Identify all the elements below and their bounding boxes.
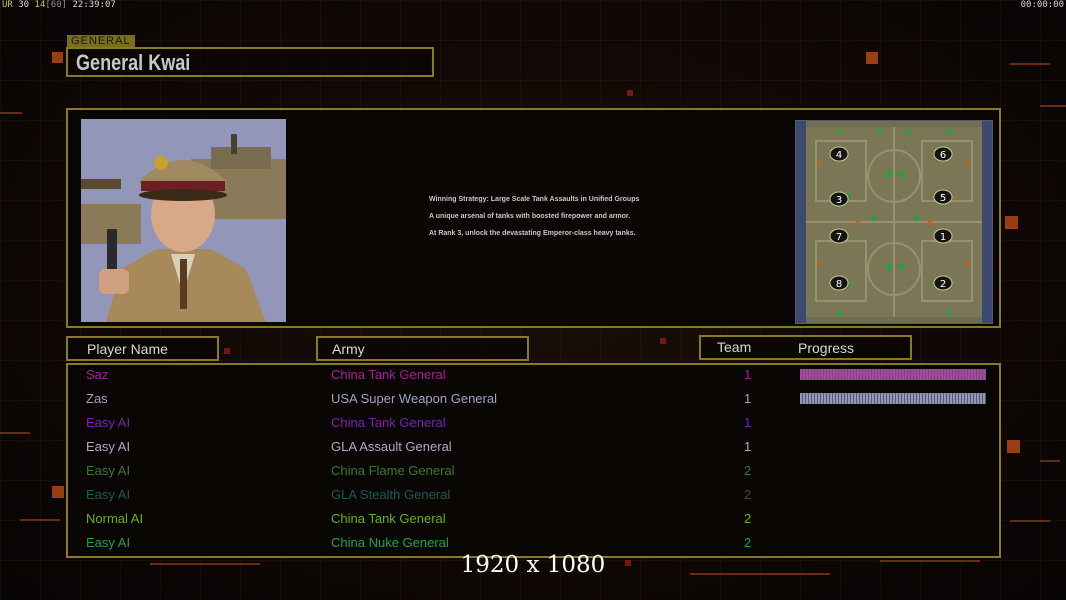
player-name: Saz <box>86 367 109 382</box>
bg-square <box>224 348 230 354</box>
bg-square <box>660 338 666 344</box>
column-header-team: Team <box>717 339 752 355</box>
start-position-label: 8 <box>836 279 842 290</box>
column-header-army: Army <box>316 336 529 361</box>
player-name: Easy AI <box>86 535 131 550</box>
resolution-label: 1920 x 1080 <box>460 552 606 578</box>
general-portrait <box>81 119 286 322</box>
bg-square <box>1005 216 1018 229</box>
player-name: Easy AI <box>86 463 131 478</box>
strategy-text: Winning Strategy: Large Scale Tank Assau… <box>429 196 729 247</box>
general-portrait-image <box>81 119 286 322</box>
column-header-progress: Progress <box>798 340 855 356</box>
bg-dash <box>0 112 22 114</box>
fps-current: 14 <box>34 0 46 10</box>
player-army: GLA Assault General <box>331 439 452 454</box>
general-info-panel: Winning Strategy: Large Scale Tank Assau… <box>66 108 1001 328</box>
player-name: Easy AI <box>86 415 131 430</box>
start-position-label: 4 <box>836 150 842 161</box>
player-row: Normal AI China Tank General 2 <box>68 509 999 533</box>
start-position-marker: 1 <box>933 228 953 244</box>
bg-dash <box>1040 460 1060 462</box>
player-name: Zas <box>86 391 108 406</box>
player-army: China Flame General <box>331 463 455 478</box>
start-position-marker: 4 <box>829 146 849 162</box>
start-position-marker: 8 <box>829 275 849 291</box>
player-team: 1 <box>744 367 752 382</box>
system-time: 22:39:07 <box>72 0 116 10</box>
bg-square <box>866 52 878 64</box>
bg-dash <box>20 519 60 521</box>
fps-cap: [60] <box>45 0 68 10</box>
player-name: Easy AI <box>86 487 131 502</box>
strategy-line: Winning Strategy: Large Scale Tank Assau… <box>429 196 640 203</box>
player-row: Easy AI GLA Assault General 1 <box>68 437 999 461</box>
bg-dash <box>1010 520 1050 522</box>
start-position-label: 3 <box>836 195 842 206</box>
player-progress-bar <box>800 369 986 380</box>
debug-stats: UR 30 14[60] 22:39:07 <box>2 0 116 10</box>
strategy-line: At Rank 3, unlock the devastating Empero… <box>429 230 636 237</box>
player-army: China Tank General <box>331 415 446 430</box>
start-position-label: 6 <box>940 150 946 161</box>
player-name: Easy AI <box>86 439 131 454</box>
player-team: 2 <box>744 511 752 526</box>
bg-square <box>627 90 633 96</box>
bg-square <box>52 52 63 63</box>
player-army: China Nuke General <box>331 535 449 550</box>
player-army: USA Super Weapon General <box>331 391 497 406</box>
ur-value: 30 <box>18 0 30 10</box>
start-position-marker: 2 <box>933 275 953 291</box>
ur-label: UR <box>2 0 13 10</box>
general-name: General Kwai <box>76 50 191 75</box>
player-row: Saz China Tank General 1 <box>68 365 999 389</box>
player-army: GLA Stealth General <box>331 487 451 502</box>
player-row: Easy AI China Tank General 1 <box>68 413 999 437</box>
start-position-label: 2 <box>940 279 946 290</box>
general-tag: GENERAL <box>67 35 135 47</box>
game-timer: 00:00:00 <box>1020 0 1064 10</box>
player-army: China Tank General <box>331 511 446 526</box>
player-team: 2 <box>744 487 752 502</box>
player-team: 2 <box>744 535 752 550</box>
loading-screen: UR 30 14[60] 22:39:07 00:00:00 GENERAL G… <box>0 0 1066 600</box>
bg-dash <box>1010 63 1050 65</box>
bg-dash <box>0 432 30 434</box>
start-position-marker: 7 <box>829 228 849 244</box>
player-team: 2 <box>744 463 752 478</box>
bg-square <box>52 486 64 498</box>
player-row: Zas USA Super Weapon General 1 <box>68 389 999 413</box>
column-header-player-name: Player Name <box>66 336 219 361</box>
player-progress-bar <box>800 393 986 404</box>
start-position-label: 1 <box>940 232 946 243</box>
start-position-label: 5 <box>940 193 946 204</box>
column-header-label: Army <box>332 341 365 357</box>
player-army: China Tank General <box>331 367 446 382</box>
start-position-marker: 3 <box>829 191 849 207</box>
map-preview: 4 6 3 5 7 1 8 2 <box>795 120 993 324</box>
player-list: Saz China Tank General 1 Zas USA Super Weapo… <box>66 363 1001 558</box>
general-name-box: General Kwai <box>66 47 434 77</box>
player-name: Normal AI <box>86 511 144 526</box>
player-team: 1 <box>744 391 752 406</box>
player-team: 1 <box>744 439 752 454</box>
player-team: 1 <box>744 415 752 430</box>
bg-dash <box>1040 105 1066 107</box>
start-position-marker: 6 <box>933 146 953 162</box>
player-row: Easy AI China Flame General 2 <box>68 461 999 485</box>
strategy-line: A unique arsenal of tanks with boosted f… <box>429 213 631 220</box>
player-row: Easy AI GLA Stealth General 2 <box>68 485 999 509</box>
start-position-label: 7 <box>836 232 842 243</box>
map-preview-image: 4 6 3 5 7 1 8 2 <box>796 121 992 323</box>
start-position-marker: 5 <box>933 189 953 205</box>
column-header-team-progress: Team Progress <box>699 335 912 360</box>
column-header-label: Player Name <box>87 341 168 357</box>
bg-square <box>1007 440 1020 453</box>
